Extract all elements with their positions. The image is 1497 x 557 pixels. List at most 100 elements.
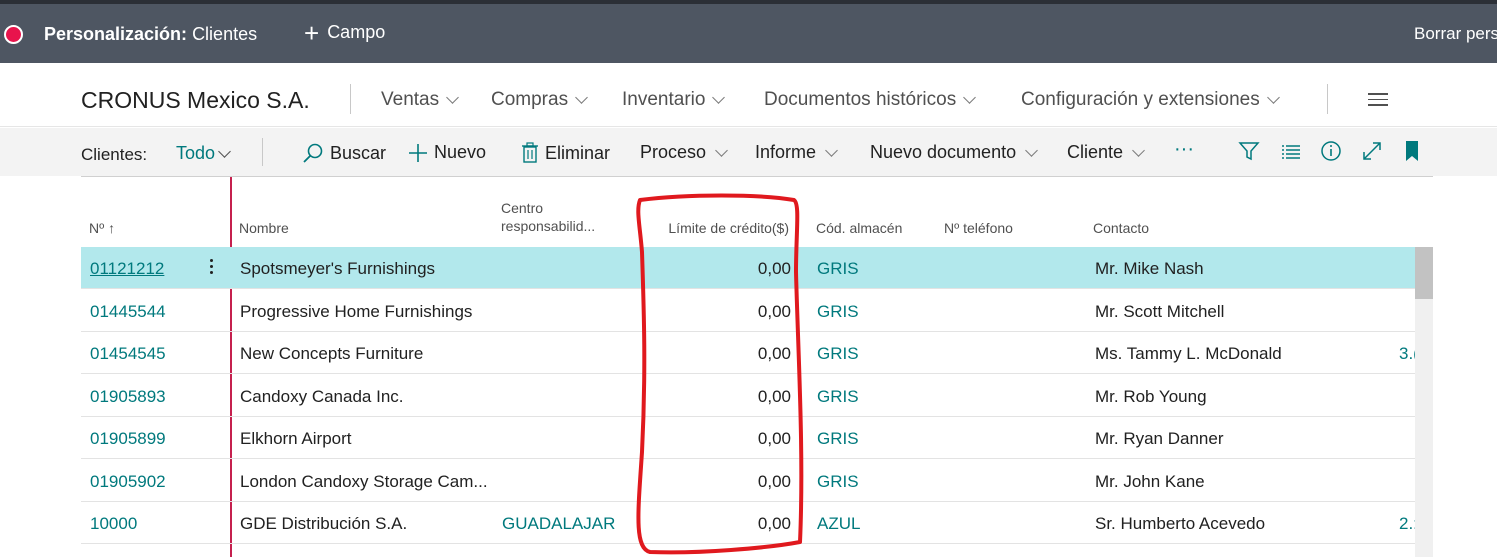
customer-no-link[interactable]: 01454545 — [90, 344, 166, 364]
customer-label: Cliente — [1067, 142, 1124, 162]
column-header-no[interactable]: Nº ↑ — [89, 219, 115, 237]
location-code-cell[interactable]: GRIS — [817, 472, 859, 492]
customer-no-link[interactable]: 01445544 — [90, 302, 166, 322]
record-indicator-icon[interactable] — [4, 25, 23, 44]
table-row[interactable]: 01905902 London Candoxy Storage Cam... 0,0… — [81, 460, 1415, 502]
credit-limit-cell: 0,00 — [757, 429, 791, 448]
customer-no-link[interactable]: 10000 — [90, 514, 137, 534]
column-header-center[interactable]: Centro responsabilid... — [501, 199, 595, 235]
nav-item-ventas[interactable]: Ventas — [381, 89, 461, 111]
nav-item-inventario[interactable]: Inventario — [622, 89, 727, 111]
company-name[interactable]: CRONUS Mexico S.A. — [81, 87, 310, 114]
location-code-cell[interactable]: AZUL — [817, 514, 860, 534]
chevron-down-icon — [1132, 143, 1145, 157]
column-header-name[interactable]: Nombre — [239, 219, 289, 237]
contact-cell: Ms. Tammy L. McDonald — [1095, 344, 1282, 363]
contact-cell: Mr. Ryan Danner — [1095, 429, 1224, 448]
vertical-scrollbar[interactable] — [1415, 247, 1433, 557]
list-title: Clientes: — [81, 145, 148, 164]
chevron-down-icon — [712, 91, 726, 104]
nav-item-label: Inventario — [622, 89, 706, 110]
nav-item-label: Configuración y extensiones — [1021, 89, 1260, 110]
process-menu[interactable]: Proceso — [640, 142, 730, 163]
table-row[interactable]: 01445544 Progressive Home Furnishings 0,00… — [81, 290, 1415, 332]
personalization-title-bold: Personalización: — [44, 24, 188, 44]
action-divider — [262, 138, 263, 166]
customer-name-cell: Progressive Home Furnishings — [240, 301, 473, 321]
contact-cell: Mr. Rob Young — [1095, 386, 1207, 406]
nav-divider — [350, 84, 351, 114]
new-document-label: Nuevo documento — [870, 142, 1017, 162]
add-field-button[interactable]: + Campo — [304, 20, 386, 46]
view-selector-label: Todo — [176, 143, 216, 163]
role-center-nav: CRONUS Mexico S.A. Ventas Compras Invent… — [0, 63, 1497, 127]
customer-no-link[interactable]: 01905902 — [90, 472, 166, 492]
contact-cell: Mr. Mike Nash — [1095, 259, 1204, 278]
add-field-label: Campo — [327, 22, 386, 42]
scrollbar-thumb[interactable] — [1415, 247, 1433, 299]
location-code-cell[interactable]: GRIS — [817, 344, 859, 364]
view-selector[interactable]: Todo — [176, 143, 233, 164]
column-header-no-label: Nº — [89, 220, 105, 236]
trash-icon — [522, 142, 538, 163]
chevron-down-icon — [963, 91, 977, 104]
table-row[interactable]: 01121212 Spotsmeyer's Furnishings 0,00 GRIS… — [81, 247, 1415, 289]
table-row[interactable]: 01905893 Candoxy Canada Inc. 0,00 GRIS Mr. R… — [81, 375, 1415, 417]
column-header-center-line2: responsabilid... — [501, 218, 596, 234]
report-menu[interactable]: Informe — [755, 142, 840, 163]
clear-personalization-button[interactable]: Borrar pers — [1414, 24, 1497, 44]
credit-limit-cell: 0,00 — [757, 471, 791, 491]
customer-name-cell: New Concepts Furniture — [240, 344, 424, 363]
location-code-cell[interactable]: GRIS — [817, 302, 859, 322]
new-button[interactable]: Nuevo — [408, 142, 486, 163]
credit-limit-cell: 0,00 — [757, 514, 791, 533]
personalization-title: Personalización: Clientes — [44, 24, 257, 45]
personalization-page-name: Clientes — [192, 24, 258, 44]
delete-button[interactable]: Eliminar — [521, 142, 610, 164]
column-header-credit-limit[interactable]: Límite de crédito($) — [641, 219, 789, 237]
search-button[interactable]: Buscar — [302, 142, 386, 164]
nav-item-label: Ventas — [381, 89, 440, 110]
customer-no-link[interactable]: 01905893 — [90, 387, 166, 407]
info-icon[interactable] — [1320, 140, 1342, 162]
hamburger-menu-icon[interactable] — [1368, 93, 1388, 110]
table-row[interactable]: 01905899 Elkhorn Airport 0,00 GRIS Mr. Ryan … — [81, 417, 1415, 459]
nav-item-documentos-historicos[interactable]: Documentos históricos — [764, 89, 978, 111]
plus-icon — [409, 143, 427, 162]
customer-no-link[interactable]: 01121212 — [90, 259, 164, 279]
credit-limit-cell: 0,00 — [757, 301, 791, 321]
search-label: Buscar — [330, 142, 387, 163]
chevron-down-icon — [218, 144, 231, 158]
column-header-contact[interactable]: Contacto — [1093, 219, 1149, 237]
nav-item-configuracion[interactable]: Configuración y extensiones — [1021, 89, 1282, 111]
customer-menu[interactable]: Cliente — [1067, 142, 1147, 163]
customer-name-cell: Spotsmeyer's Furnishings — [240, 259, 436, 278]
location-code-cell[interactable]: GRIS — [817, 387, 859, 407]
location-code-cell[interactable]: GRIS — [817, 259, 859, 279]
column-header-phone[interactable]: Nº teléfono — [944, 219, 1013, 237]
list-view-icon[interactable] — [1280, 140, 1302, 162]
expand-icon[interactable] — [1361, 140, 1383, 162]
chevron-down-icon — [715, 143, 728, 157]
contact-cell: Sr. Humberto Acevedo — [1095, 514, 1266, 533]
customer-name-cell: GDE Distribución S.A. — [240, 514, 408, 533]
bookmark-icon[interactable] — [1401, 140, 1423, 162]
location-code-cell[interactable]: GRIS — [817, 429, 859, 449]
nav-item-compras[interactable]: Compras — [491, 89, 590, 111]
new-document-menu[interactable]: Nuevo documento — [870, 142, 1040, 163]
row-actions-kebab-icon[interactable] — [210, 259, 214, 277]
filter-icon[interactable] — [1238, 140, 1260, 162]
table-row[interactable]: 01454545 New Concepts Furniture 0,00 GRIS Ms… — [81, 332, 1419, 374]
customer-no-link[interactable]: 01905899 — [90, 429, 166, 449]
table-row[interactable]: 10000 GDE Distribución S.A. GUADALAJAR 0,00… — [81, 502, 1418, 544]
contact-cell: Mr. Scott Mitchell — [1095, 301, 1225, 321]
more-actions-button[interactable]: ··· — [1174, 138, 1194, 161]
nav-item-label: Documentos históricos — [764, 89, 957, 110]
customer-name-cell: Candoxy Canada Inc. — [240, 386, 404, 406]
customer-name-cell: London Candoxy Storage Cam... — [240, 471, 488, 491]
credit-limit-cell: 0,00 — [757, 344, 791, 363]
column-header-location[interactable]: Cód. almacén — [816, 219, 902, 237]
chevron-down-icon — [575, 91, 588, 104]
customer-name-cell: Elkhorn Airport — [240, 429, 352, 448]
action-bar: Clientes: Todo Buscar Nuevo Eliminar Pro… — [0, 128, 1497, 176]
